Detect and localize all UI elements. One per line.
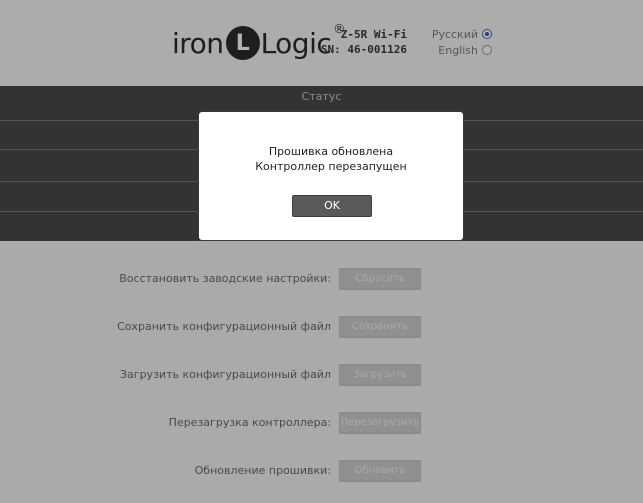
modal-overlay [0, 0, 643, 503]
ok-button[interactable]: OK [292, 195, 372, 217]
dialog-message: Прошивка обновлена Контроллер перезапуще… [199, 144, 463, 174]
dialog-message-line1: Прошивка обновлена [268, 145, 394, 158]
dialog-message-line2: Контроллер перезапущен [255, 160, 407, 173]
firmware-updated-dialog: Прошивка обновлена Контроллер перезапуще… [198, 111, 464, 241]
